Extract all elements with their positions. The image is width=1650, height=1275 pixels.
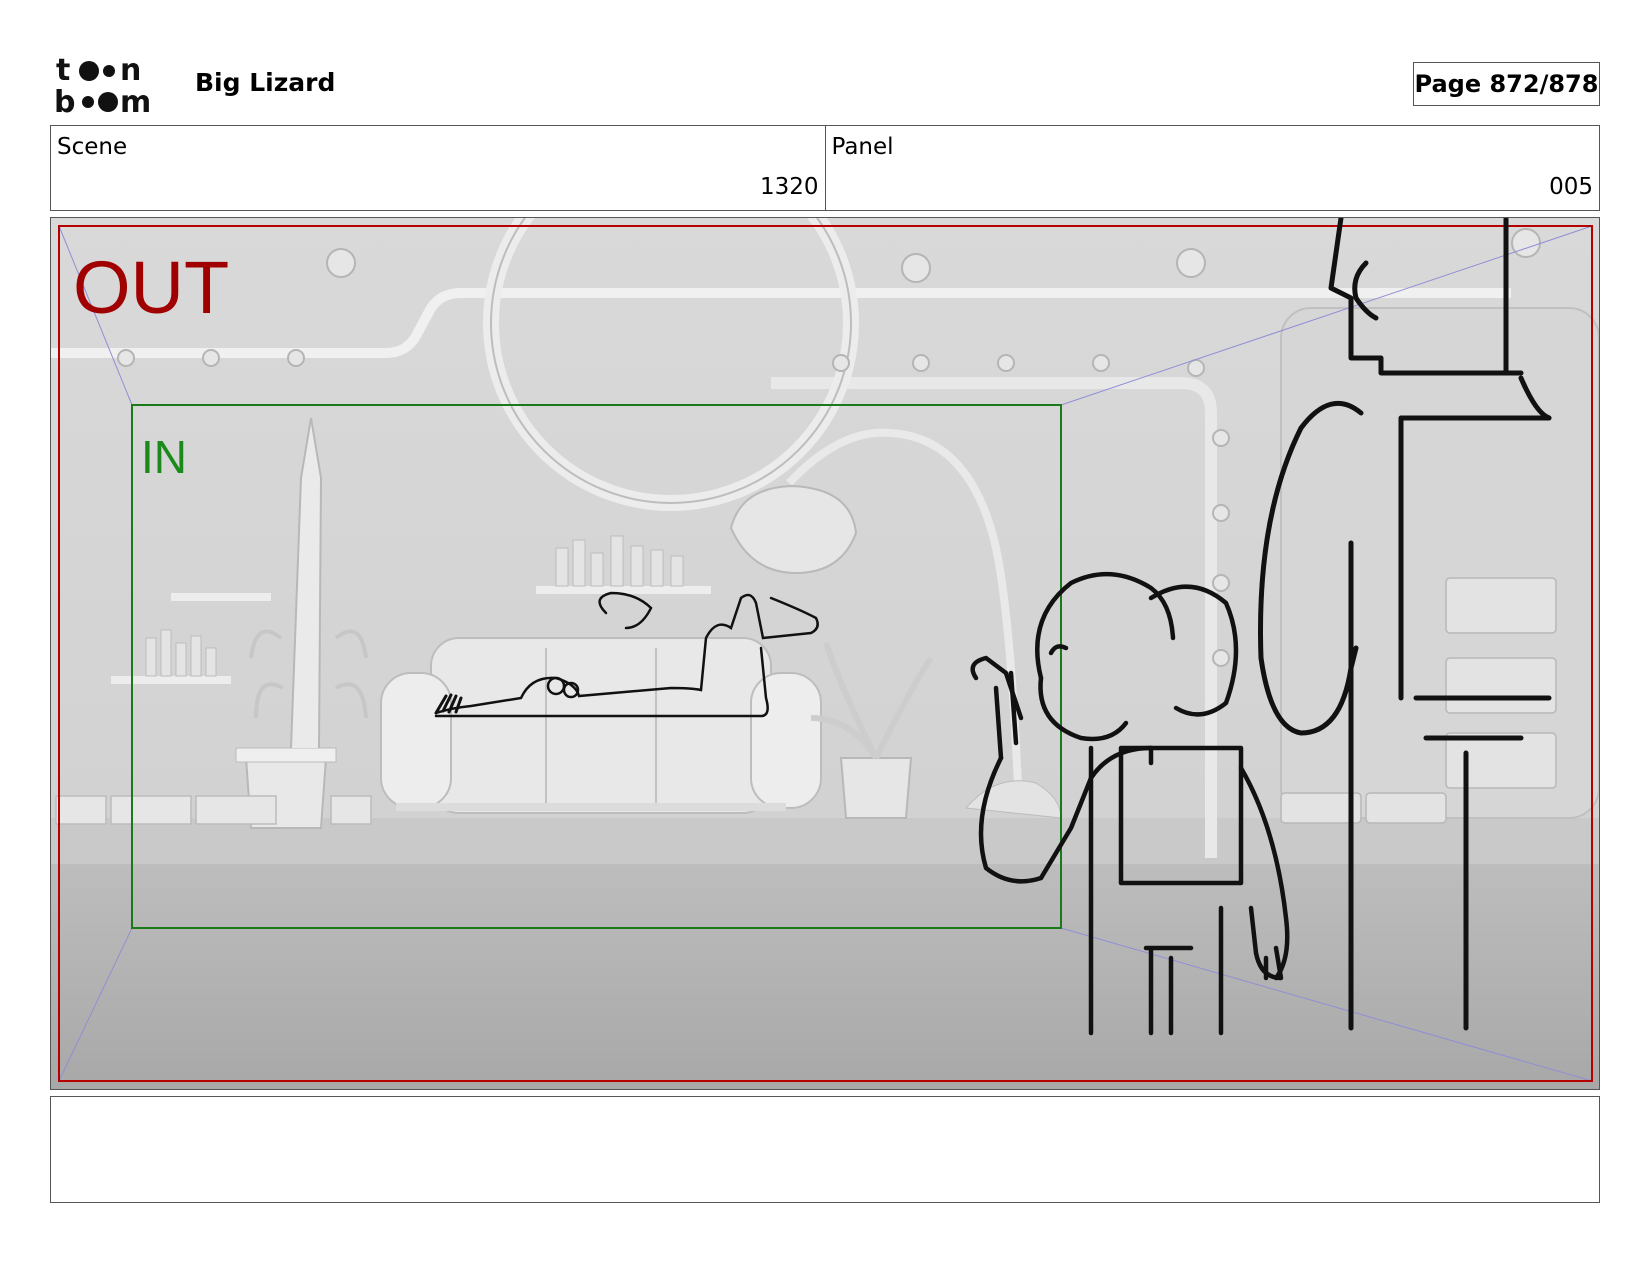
toonboom-logo: t n b m xyxy=(54,54,151,116)
project-title: Big Lizard xyxy=(195,68,336,97)
panel-caption xyxy=(50,1096,1600,1203)
svg-text:m: m xyxy=(120,85,151,116)
out-label: OUT xyxy=(73,246,229,329)
scene-panel-info: Scene 1320 Panel 005 xyxy=(50,125,1600,211)
scene-cell: Scene 1320 xyxy=(51,126,825,210)
page-indicator: Page 872/878 xyxy=(1413,62,1600,106)
scene-number: 1320 xyxy=(759,174,819,200)
room-background xyxy=(51,218,1599,1089)
panel-label: Panel xyxy=(831,134,894,160)
svg-text:n: n xyxy=(120,54,141,88)
scene-label: Scene xyxy=(57,134,128,160)
panel-cell: Panel 005 xyxy=(824,126,1600,210)
panel-number: 005 xyxy=(1549,174,1593,200)
panel-drawing: OUT IN xyxy=(51,218,1599,1089)
couch xyxy=(380,637,822,814)
storyboard-panel: OUT IN xyxy=(50,217,1600,1090)
svg-text:b: b xyxy=(54,85,75,116)
svg-text:t: t xyxy=(56,54,70,88)
in-label: IN xyxy=(141,431,187,483)
